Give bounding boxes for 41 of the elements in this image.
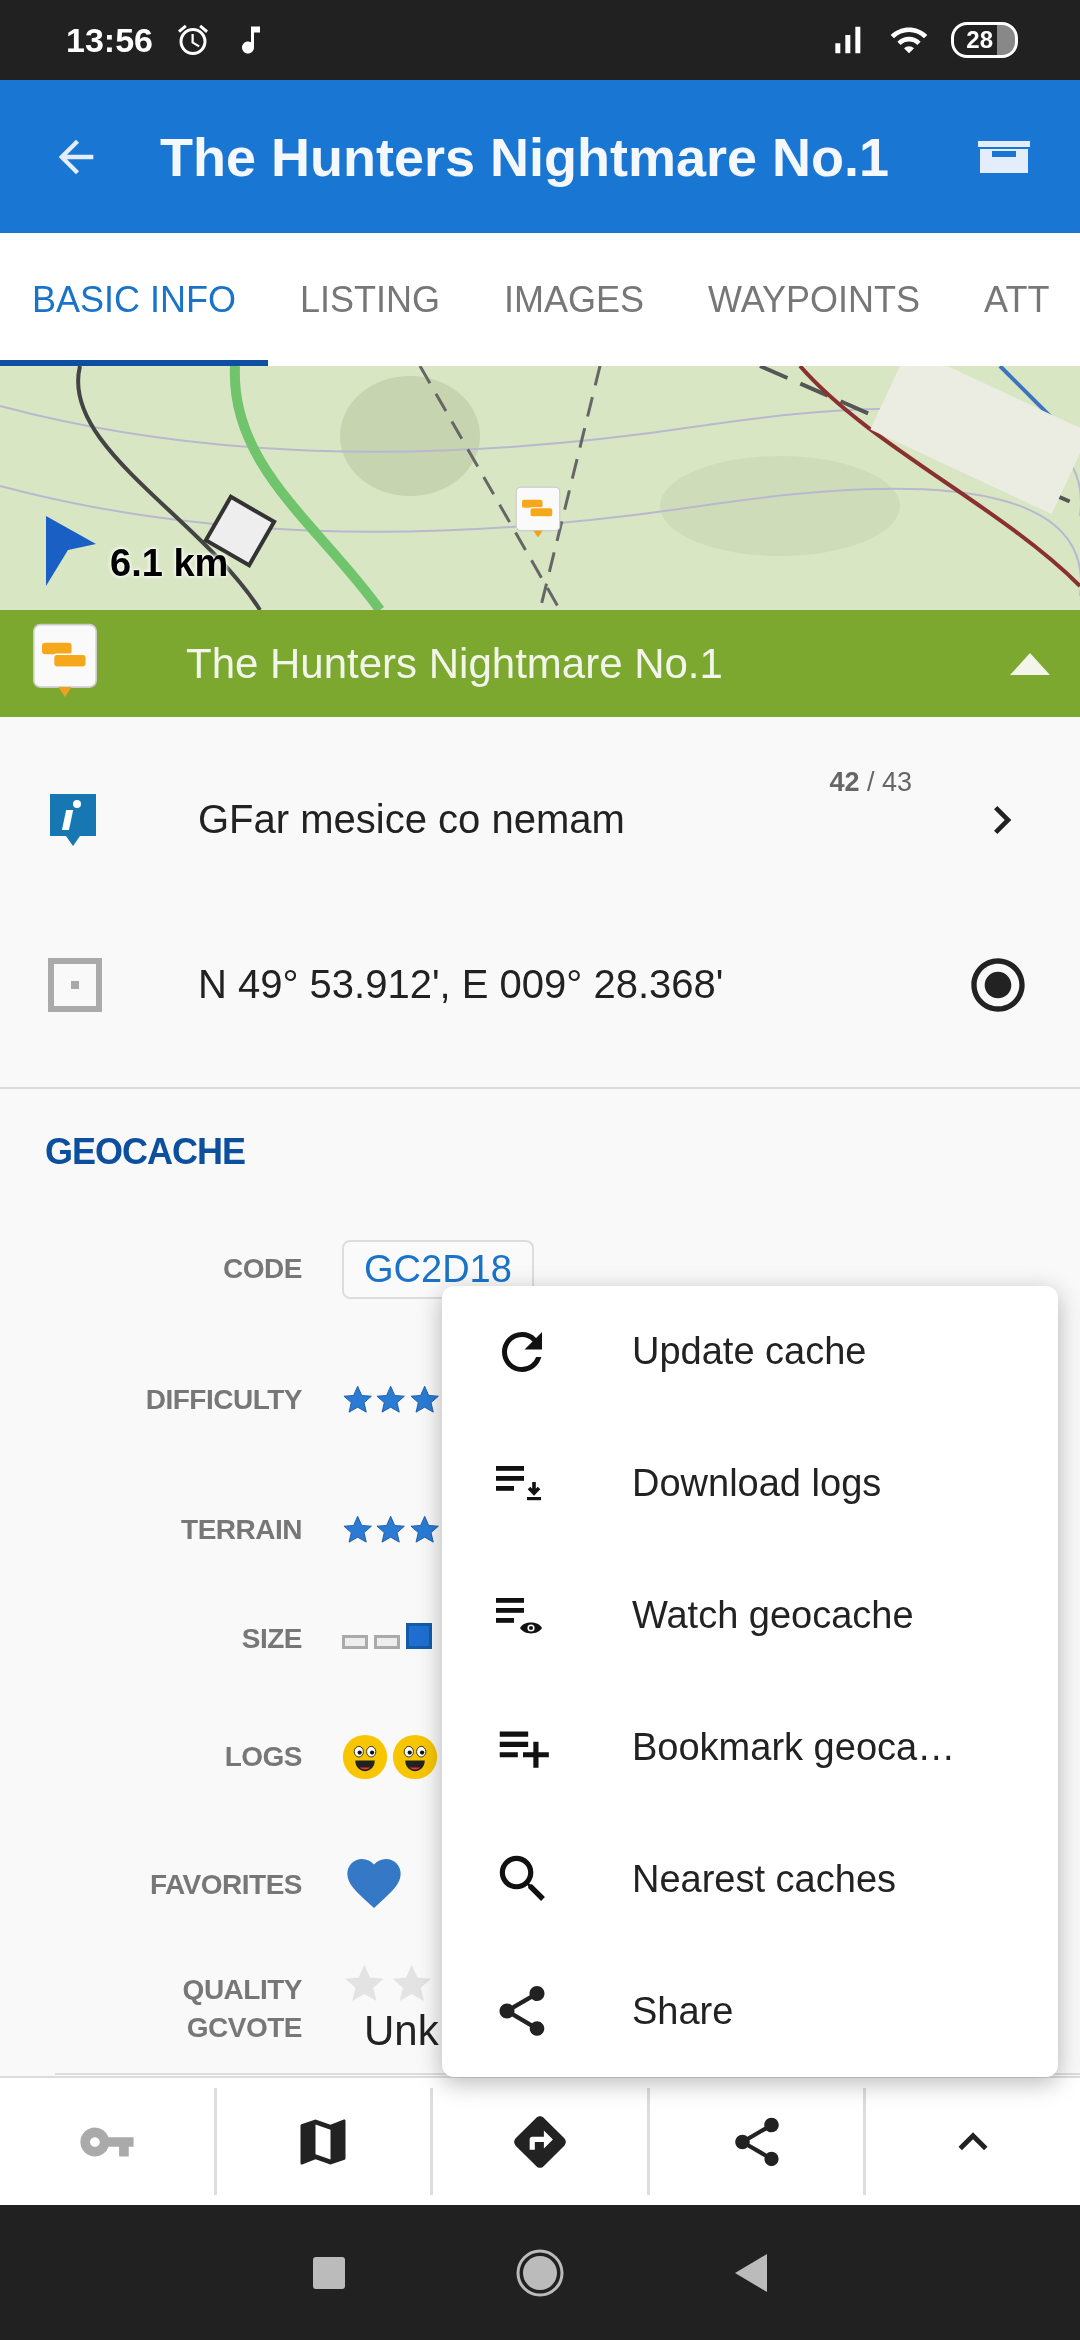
gcvote-value: Unk xyxy=(364,2007,439,2055)
menu-item-label: Bookmark geoca… xyxy=(632,1725,956,1769)
battery-indicator: 28 xyxy=(951,22,1018,58)
code-chip[interactable]: GC2D18 xyxy=(342,1239,534,1299)
recents-icon[interactable] xyxy=(313,2256,345,2289)
tab[interactable]: LISTING xyxy=(268,233,473,366)
menu-item[interactable]: Nearest caches xyxy=(442,1813,1058,1946)
menu-item[interactable]: Download logs xyxy=(442,1417,1058,1550)
menu-item[interactable]: Bookmark geoca… xyxy=(442,1681,1058,1814)
window-title: The Hunters Nightmare No.1 xyxy=(160,125,891,188)
menu-item-label: Download logs xyxy=(632,1462,882,1506)
tray-icon[interactable] xyxy=(976,138,1032,175)
status-time: 13:56 xyxy=(66,20,153,60)
menu-item-label: Share xyxy=(632,1989,734,2033)
tab[interactable]: WAYPOINTS xyxy=(676,233,953,366)
info-icon xyxy=(48,791,98,848)
tab[interactable]: ATT xyxy=(952,233,1080,366)
menu-item[interactable]: Share xyxy=(442,1945,1058,2077)
detail-label: LOGS xyxy=(223,1740,302,1775)
owner-text: GFar mesice co nemam xyxy=(198,797,626,842)
detail-label: FAVORITES xyxy=(148,1868,302,1903)
distance-label: 6.1 km xyxy=(110,542,229,585)
tab[interactable]: IMAGES xyxy=(472,233,677,366)
coordinates-text: N 49° 53.912', E 009° 28.368' xyxy=(198,962,725,1007)
detail-label: CODE xyxy=(222,1252,302,1287)
detail-label: SIZE xyxy=(240,1622,302,1657)
detail-label: DIFFICULTY xyxy=(144,1382,302,1417)
menu-item-label: Nearest caches xyxy=(632,1857,896,1901)
menu-item-label: Update cache xyxy=(632,1330,867,1374)
counter-text: 42 / 43 xyxy=(829,767,912,798)
home-icon[interactable] xyxy=(515,2247,565,2298)
detail-label: QUALITY GCVOTE xyxy=(181,1973,302,2045)
menu-item-label: Watch geocache xyxy=(632,1594,914,1638)
section-title: GEOCACHE xyxy=(45,1130,246,1173)
smiley-icon xyxy=(342,1734,388,1780)
smiley-icon xyxy=(392,1734,438,1780)
triangle-up-icon[interactable] xyxy=(1010,652,1050,675)
menu-item[interactable]: Watch geocache xyxy=(442,1549,1058,1682)
detail-label: TERRAIN xyxy=(180,1513,302,1548)
back-triangle-icon[interactable] xyxy=(735,2253,767,2292)
cache-title: The Hunters Nightmare No.1 xyxy=(186,639,724,688)
